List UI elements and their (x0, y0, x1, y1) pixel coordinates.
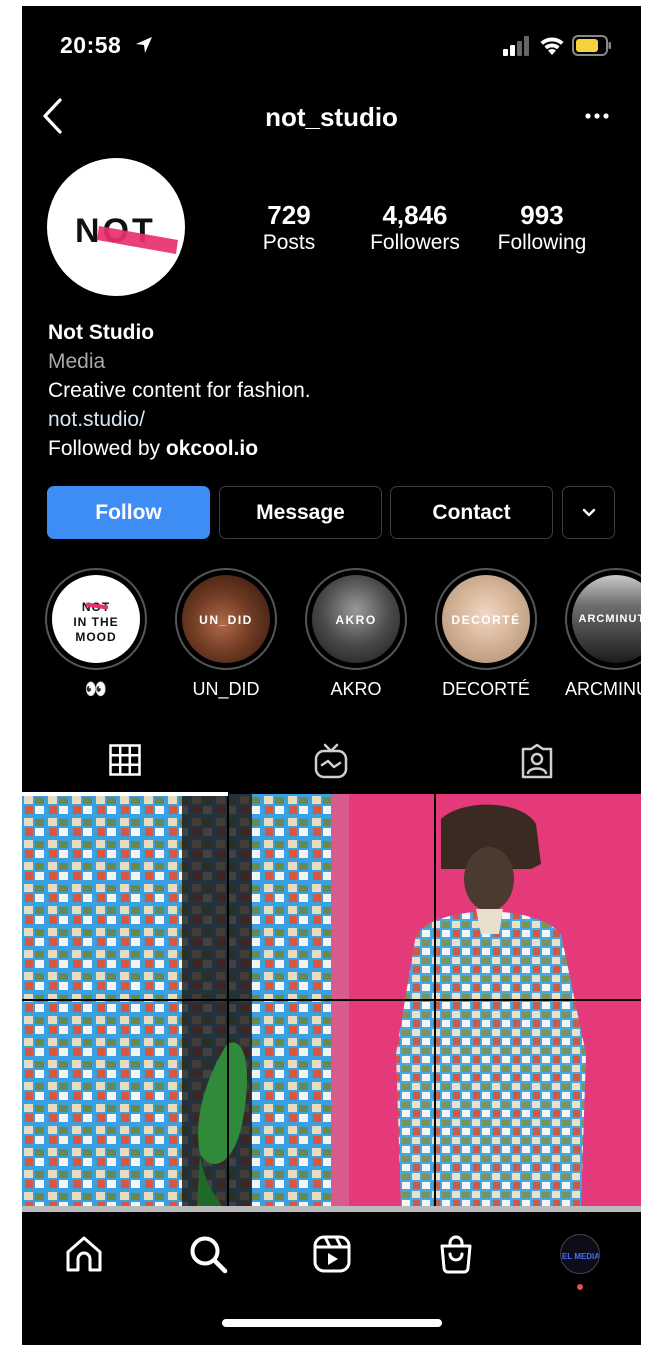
highlight-ring: NOT IN THE MOOD (45, 568, 147, 670)
follow-button[interactable]: Follow (47, 486, 210, 539)
following-label: Following (497, 231, 587, 254)
tagged-icon (521, 743, 553, 779)
not-logo: NOT (75, 212, 178, 254)
tab-tagged[interactable] (434, 728, 640, 794)
posts-label: Posts (262, 231, 316, 254)
grid-divider (22, 999, 641, 1001)
tab-posts-grid[interactable] (22, 728, 228, 794)
highlight-akro[interactable]: AKRO AKRO (305, 568, 407, 700)
profile-bio: Not Studio Media Creative content for fa… (48, 318, 618, 463)
bio-text: Creative content for fashion. (48, 379, 311, 402)
highlight-cover: NOT IN THE MOOD (52, 575, 140, 663)
highlight-ring: AKRO (305, 568, 407, 670)
followed-by-line[interactable]: Followed by okcool.io (48, 434, 618, 463)
highlight-un-did[interactable]: UN_DID UN_DID (175, 568, 277, 700)
following-value: 993 (520, 200, 564, 230)
location-arrow-icon (136, 37, 152, 53)
highlight-label: DECORTÉ (442, 679, 530, 699)
followed-by-prefix: Followed by (48, 437, 166, 460)
highlight-label: UN_DID (192, 679, 260, 699)
highlight-arcminute[interactable]: ARCMINUTE ARCMINUTE (565, 568, 641, 700)
home-indicator[interactable] (222, 1319, 442, 1327)
grid-divider (227, 794, 229, 1212)
message-button[interactable]: Message (219, 486, 382, 539)
reels-icon[interactable] (310, 1232, 354, 1276)
highlight-cover-text: DECORTÉ (451, 613, 521, 627)
following-count[interactable]: 993 Following (488, 200, 596, 256)
profile-category: Media (48, 350, 106, 373)
posts-value: 729 (267, 200, 311, 230)
profile-avatar-tab[interactable]: EL MEDIA (560, 1234, 600, 1274)
highlight-label: 👀 (84, 679, 108, 699)
highlight-cover-text: ARCMINUTE (578, 613, 642, 625)
nav-avatar-text: EL MEDIA (562, 1252, 600, 1261)
svg-text:MOOD: MOOD (75, 630, 116, 644)
profile-content-tabs (22, 728, 641, 794)
highlight-cover: ARCMINUTE (572, 575, 641, 663)
followers-value: 4,846 (382, 200, 448, 230)
chevron-down-icon (582, 508, 595, 516)
highlight-cover-text: AKRO (335, 613, 377, 627)
notification-dot (577, 1284, 583, 1290)
status-bar: 20:58 (22, 6, 641, 86)
highlight-cover: DECORTÉ (442, 575, 530, 663)
grid-icon (109, 744, 141, 776)
profile-display-name: Not Studio (48, 321, 155, 344)
highlight-ring: ARCMINUTE (565, 568, 641, 670)
battery-icon (572, 35, 611, 56)
highlight-cover: UN_DID (182, 575, 270, 663)
not-in-the-mood-cover: NOT IN THE MOOD (73, 600, 118, 644)
highlight-ring: DECORTÉ (435, 568, 537, 670)
highlight-label: AKRO (330, 679, 382, 699)
profile-username-title: not_studio (265, 102, 398, 132)
home-icon[interactable] (62, 1232, 106, 1276)
profile-avatar[interactable]: NOT (47, 158, 185, 296)
followers-label: Followers (370, 231, 460, 254)
status-time: 20:58 (60, 32, 122, 58)
more-options-icon[interactable] (582, 106, 612, 126)
bio-link[interactable]: not.studio/ (48, 405, 618, 434)
highlight-decorte[interactable]: DECORTÉ DECORTÉ (435, 568, 537, 700)
followers-count[interactable]: 4,846 Followers (356, 200, 474, 256)
wifi-icon (540, 37, 564, 55)
svg-text:IN THE: IN THE (73, 615, 118, 629)
search-icon[interactable] (186, 1232, 230, 1276)
suggested-accounts-button[interactable] (562, 486, 615, 539)
instagram-profile-screen: 20:58 not_studio NOT (22, 6, 641, 1345)
posts-grid (22, 794, 641, 1212)
highlight-ring: UN_DID (175, 568, 277, 670)
el-media-avatar: EL MEDIA (562, 1252, 600, 1261)
contact-button[interactable]: Contact (390, 486, 553, 539)
highlight-cover-text: UN_DID (199, 613, 253, 627)
cellular-signal-icon (503, 36, 529, 56)
highlight-label: ARCMINUTE (565, 679, 641, 699)
tab-igtv[interactable] (228, 728, 434, 794)
igtv-icon (314, 743, 348, 779)
grid-divider (434, 794, 436, 1212)
highlight-cover: AKRO (312, 575, 400, 663)
followed-by-user: okcool.io (165, 437, 259, 460)
shop-icon[interactable] (434, 1232, 478, 1276)
active-tab-underline (22, 794, 228, 796)
posts-count[interactable]: 729 Posts (249, 200, 329, 256)
highlight-not-in-the-mood[interactable]: NOT IN THE MOOD 👀 (45, 568, 147, 700)
